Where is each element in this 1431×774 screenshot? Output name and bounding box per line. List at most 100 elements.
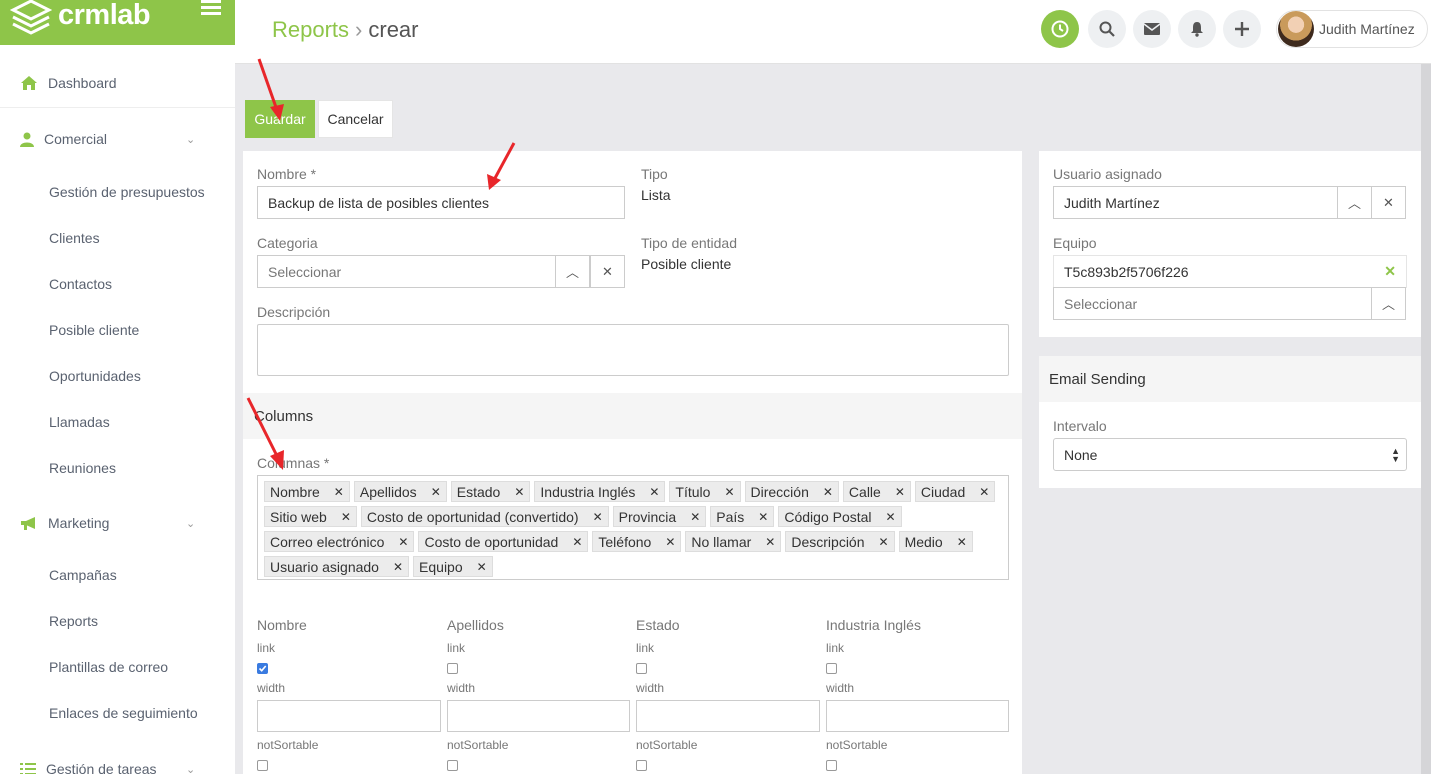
remove-tag-icon[interactable]: ✕ [895, 485, 905, 499]
remove-tag-icon[interactable]: ✕ [823, 485, 833, 499]
remove-tag-icon[interactable]: ✕ [393, 560, 403, 574]
link-checkbox[interactable] [257, 663, 268, 674]
intervalo-select[interactable]: None ▲ ▼ [1053, 438, 1407, 471]
categoria-clear-button[interactable]: ✕ [590, 255, 625, 288]
remove-tag-icon[interactable]: ✕ [334, 485, 344, 499]
cancel-button[interactable]: Cancelar [318, 100, 393, 138]
column-tag-label: Correo electrónico [270, 533, 385, 550]
usuario-clear-button[interactable]: ✕ [1371, 186, 1406, 219]
columnas-label: Columnas * [257, 455, 330, 471]
page-scrollbar[interactable] [1421, 64, 1431, 774]
sidebar-subitem[interactable]: Clientes [49, 230, 100, 246]
megaphone-icon [21, 516, 35, 530]
usuario-select-button[interactable]: ︿ [1337, 186, 1372, 219]
link-checkbox[interactable] [826, 663, 837, 674]
hamburger-menu-icon[interactable] [201, 0, 221, 18]
width-input[interactable] [257, 700, 441, 732]
sidebar-item-marketing[interactable]: Marketing ⌄ [0, 512, 235, 534]
remove-tag-icon[interactable]: ✕ [593, 510, 603, 524]
sidebar-subitem[interactable]: Reuniones [49, 460, 116, 476]
remove-tag-icon[interactable]: ✕ [690, 510, 700, 524]
remove-tag-icon[interactable]: ✕ [957, 535, 967, 549]
tipo-value: Lista [641, 187, 671, 203]
remove-tag-icon[interactable]: ✕ [341, 510, 351, 524]
column-tag-label: Sitio web [270, 508, 327, 525]
column-tag: Sitio web ✕ [264, 506, 357, 527]
user-menu[interactable]: Judith Martínez [1276, 10, 1428, 48]
link-label: link [257, 641, 276, 655]
usuario-input[interactable]: Judith Martínez [1053, 186, 1338, 219]
column-tag: Calle ✕ [842, 481, 911, 502]
sidebar-item-dashboard[interactable]: Dashboard [0, 58, 235, 108]
sidebar-subitem[interactable]: Llamadas [49, 414, 110, 430]
not-sortable-checkbox[interactable] [257, 760, 268, 771]
column-tag: Usuario asignado ✕ [264, 556, 410, 577]
width-input[interactable] [826, 700, 1009, 732]
column-tag: Descripción ✕ [785, 531, 895, 552]
link-checkbox[interactable] [636, 663, 647, 674]
sidebar-subitem[interactable]: Contactos [49, 276, 112, 292]
remove-equipo-icon[interactable]: ✕ [1384, 263, 1396, 280]
sidebar-subitem[interactable]: Plantillas de correo [49, 659, 168, 675]
save-button[interactable]: Guardar [245, 100, 315, 138]
sidebar: crmlab Dashboard Comercial ⌄ Gestión de … [0, 0, 235, 774]
sidebar-item-label: Gestión de tareas [46, 761, 157, 774]
categoria-select-button[interactable]: ︿ [555, 255, 590, 288]
sidebar-item-label: Marketing [48, 515, 110, 531]
descripcion-textarea[interactable] [257, 324, 1009, 376]
equipo-selected-item: T5c893b2f5706f226 ✕ [1053, 255, 1407, 288]
remove-tag-icon[interactable]: ✕ [398, 535, 408, 549]
equipo-select-button[interactable]: ︿ [1371, 287, 1406, 320]
intervalo-value: None [1064, 446, 1098, 463]
notifications-button[interactable] [1178, 10, 1216, 48]
width-input[interactable] [447, 700, 630, 732]
remove-tag-icon[interactable]: ✕ [879, 535, 889, 549]
quick-create-button[interactable] [1223, 10, 1261, 48]
home-icon [21, 75, 37, 90]
remove-tag-icon[interactable]: ✕ [514, 485, 524, 499]
sidebar-item-comercial[interactable]: Comercial ⌄ [0, 128, 235, 150]
remove-tag-icon[interactable]: ✕ [431, 485, 441, 499]
clock-button[interactable] [1041, 10, 1079, 48]
remove-tag-icon[interactable]: ✕ [665, 535, 675, 549]
remove-tag-icon[interactable]: ✕ [724, 485, 734, 499]
remove-tag-icon[interactable]: ✕ [758, 510, 768, 524]
remove-tag-icon[interactable]: ✕ [649, 485, 659, 499]
remove-tag-icon[interactable]: ✕ [886, 510, 896, 524]
column-tag-label: Ciudad [920, 483, 966, 500]
sidebar-subitem[interactable]: Reports [49, 613, 98, 629]
sidebar-subitem[interactable]: Oportunidades [49, 368, 141, 384]
equipo-input[interactable]: Seleccionar [1053, 287, 1372, 320]
sidebar-subitem[interactable]: Enlaces de seguimiento [49, 705, 198, 721]
link-checkbox[interactable] [447, 663, 458, 674]
sidebar-item-tareas[interactable]: Gestión de tareas ⌄ [0, 758, 235, 774]
chevron-down-icon: ⌄ [186, 133, 196, 146]
sidebar-subitem[interactable]: Gestión de presupuestos [49, 184, 205, 200]
remove-tag-icon[interactable]: ✕ [477, 560, 487, 574]
remove-tag-icon[interactable]: ✕ [765, 535, 775, 549]
top-bar: Reports › crear Judith Martínez [235, 0, 1431, 64]
categoria-input[interactable]: Seleccionar [257, 255, 556, 288]
not-sortable-checkbox[interactable] [447, 760, 458, 771]
remove-tag-icon[interactable]: ✕ [979, 485, 989, 499]
col-setting-name: Estado [636, 617, 680, 633]
breadcrumb-root[interactable]: Reports [272, 17, 349, 42]
column-tag-label: Apellidos [359, 483, 417, 500]
email-sending-header: Email Sending [1039, 356, 1421, 402]
sidebar-subitem[interactable]: Campañas [49, 567, 117, 583]
sidebar-subitem[interactable]: Posible cliente [49, 322, 139, 338]
columnas-multiselect[interactable]: Nombre ✕ Apellidos ✕ Estado ✕ Industria Ing… [257, 475, 1009, 580]
remove-tag-icon[interactable]: ✕ [572, 535, 582, 549]
not-sortable-checkbox[interactable] [636, 760, 647, 771]
chevron-down-icon: ⌄ [186, 517, 196, 530]
breadcrumb-separator: › [355, 17, 363, 42]
chevron-up-icon: ︿ [565, 265, 579, 280]
logo[interactable]: crmlab [0, 0, 235, 45]
equipo-placeholder: Seleccionar [1064, 295, 1138, 312]
search-button[interactable] [1088, 10, 1126, 48]
chevron-up-icon: ︿ [1347, 196, 1361, 211]
email-button[interactable] [1133, 10, 1171, 48]
width-input[interactable] [636, 700, 820, 732]
not-sortable-checkbox[interactable] [826, 760, 837, 771]
nombre-input[interactable]: Backup de lista de posibles clientes [257, 186, 625, 219]
